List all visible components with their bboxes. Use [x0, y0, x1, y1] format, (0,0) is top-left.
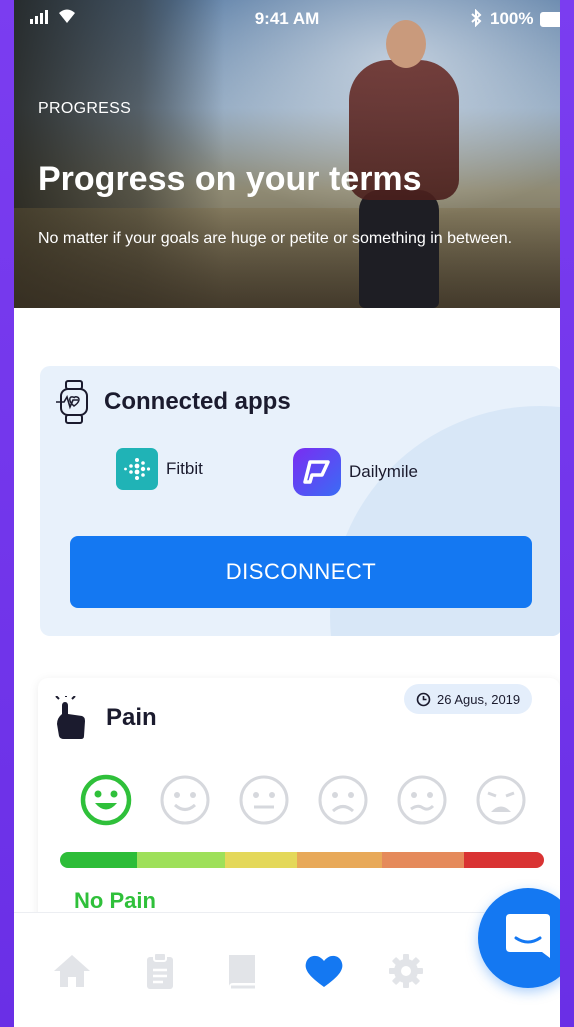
page-title: Progress on your terms [38, 160, 422, 198]
pain-scale-segment [464, 852, 544, 868]
fitbit-logo-icon [116, 448, 158, 490]
battery-percent: 100% [490, 9, 534, 28]
pain-header: Pain [54, 696, 157, 740]
page-subtitle: No matter if your goals are huge or peti… [38, 230, 513, 247]
date-badge[interactable]: 26 Agus, 2019 [404, 684, 533, 714]
section-eyebrow: PROGRESS [38, 100, 132, 117]
clipboard-icon [147, 952, 173, 989]
connected-apps-header: Connected apps [56, 380, 291, 424]
pain-scale-segment [297, 852, 382, 868]
nav-health[interactable] [302, 949, 346, 993]
happy-face-icon[interactable] [159, 774, 211, 826]
disconnect-button[interactable]: DISCONNECT [70, 536, 532, 608]
home-icon [54, 955, 90, 987]
status-bar: 9:41 AM 100% [14, 0, 560, 38]
pain-title: Pain [106, 704, 157, 731]
hero-banner: 9:41 AM 100% PROGRESS Progress on your t… [14, 0, 560, 308]
app-item-fitbit[interactable]: Fitbit [116, 448, 203, 490]
pain-scale-segment [137, 852, 225, 868]
bluetooth-icon [470, 8, 482, 32]
chat-icon [506, 914, 550, 958]
pain-card: Pain 26 Agus, 2019 No Pain [38, 678, 560, 938]
very-sad-face-icon[interactable] [475, 774, 527, 826]
very-happy-face-icon[interactable] [80, 774, 132, 826]
battery-icon [540, 12, 560, 27]
heart-icon [305, 955, 343, 987]
nav-clipboard[interactable] [138, 949, 182, 993]
pain-scale-segment [60, 852, 138, 868]
gear-icon [389, 954, 423, 988]
hero-field [14, 208, 560, 308]
sad-face-icon[interactable] [317, 774, 369, 826]
smartwatch-icon [56, 380, 88, 424]
pain-scale-bar[interactable] [60, 852, 544, 868]
app-item-dailymile[interactable]: Dailymile [293, 448, 418, 496]
clock-icon [416, 692, 431, 706]
dailymile-logo-icon [293, 448, 341, 496]
book-icon [229, 955, 255, 989]
connected-apps-title: Connected apps [104, 388, 291, 415]
app-screen: 9:41 AM 100% PROGRESS Progress on your t… [14, 0, 560, 1027]
nav-settings[interactable] [384, 949, 428, 993]
pain-status-label: No Pain [74, 888, 156, 913]
connected-apps-card: Connected apps Fitbit Dailymile DISCONNE… [40, 366, 560, 636]
pain-face-selector [80, 774, 527, 826]
neutral-face-icon[interactable] [238, 774, 290, 826]
pain-scale-segment [224, 852, 298, 868]
app-name-fitbit: Fitbit [166, 459, 203, 478]
pointing-hand-icon [55, 696, 85, 739]
nav-home[interactable] [50, 949, 94, 993]
worried-face-icon[interactable] [396, 774, 448, 826]
app-name-dailymile: Dailymile [349, 462, 418, 481]
date-text: 26 Agus, 2019 [437, 691, 521, 707]
nav-book[interactable] [220, 949, 264, 993]
pain-scale-segment [381, 852, 465, 868]
